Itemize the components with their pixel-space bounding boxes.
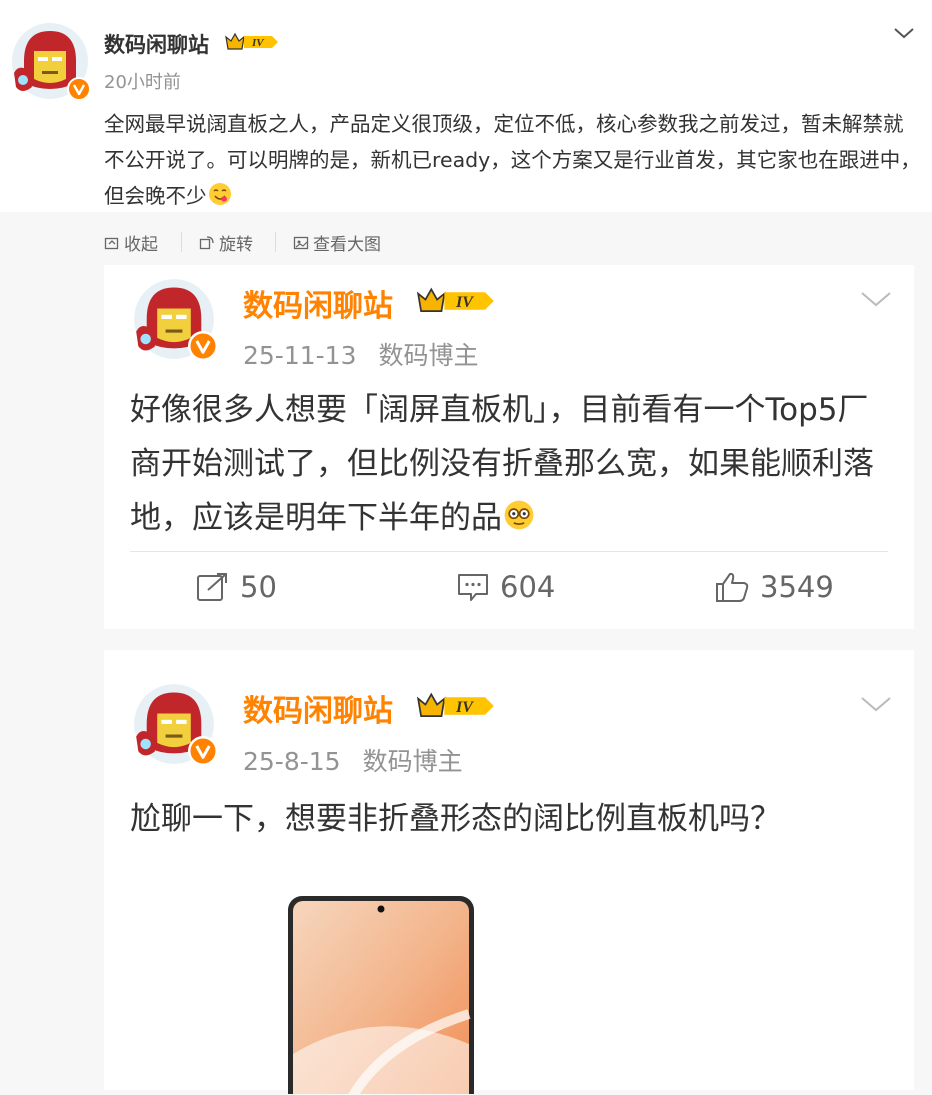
author-role: 数码博主	[362, 747, 463, 776]
savoring-emoji-icon	[208, 183, 231, 205]
author-name[interactable]: 数码闲聊站	[104, 29, 209, 59]
crown-badge-icon[interactable]: IV	[412, 690, 500, 722]
toolbar-divider	[181, 232, 182, 252]
view-large-icon	[293, 236, 309, 249]
post-date[interactable]: 25-11-13	[243, 341, 356, 370]
view-large-button[interactable]: 查看大图	[293, 230, 381, 255]
collapse-button[interactable]: 收起	[104, 230, 158, 255]
post-meta: 25-8-15 数码博主	[243, 742, 463, 778]
retweet-card[interactable]: 数码闲聊站 IV 25-8-15 数码博主 尬聊一下，想要非折叠形态的阔比例直板机…	[104, 650, 914, 1094]
verified-icon	[188, 331, 218, 361]
card-divider	[130, 551, 888, 552]
like-icon	[716, 572, 749, 602]
author-role: 数码博主	[378, 341, 479, 370]
post-time[interactable]: 20小时前	[104, 68, 181, 94]
comment-button[interactable]: 604	[456, 570, 555, 604]
post-date[interactable]: 25-8-15	[243, 747, 341, 776]
chevron-down-icon[interactable]	[860, 289, 892, 309]
author-name[interactable]: 数码闲聊站	[243, 686, 393, 730]
comment-icon	[458, 574, 488, 601]
repost-icon	[197, 573, 227, 601]
badge-level: IV	[455, 294, 474, 311]
badge-level: IV	[251, 37, 265, 49]
badge-level: IV	[455, 699, 474, 716]
crown-badge-icon[interactable]: IV	[412, 285, 500, 317]
collapse-icon	[104, 237, 119, 249]
top-post: 数码闲聊站 IV 20小时前 全网最早说阔直板之人，产品定义很顶级，定位不低，核…	[0, 0, 932, 212]
nerd-emoji-icon	[504, 500, 534, 530]
post-text: 尬聊一下，想要非折叠形态的阔比例直板机吗？	[130, 801, 781, 837]
post-text: 全网最早说阔直板之人，产品定义很顶级，定位不低，核心参数我之前发过，暂未解禁就不…	[104, 112, 921, 208]
phone-image[interactable]	[285, 894, 475, 1094]
author-name[interactable]: 数码闲聊站	[243, 281, 393, 325]
crown-badge-icon[interactable]: IV	[224, 31, 280, 53]
repost-button[interactable]: 50	[196, 570, 277, 604]
image-toolbar: 收起 旋转 查看大图	[0, 212, 932, 265]
rotate-icon	[199, 235, 214, 249]
like-button[interactable]: 3549	[714, 570, 834, 604]
retweet-card[interactable]: 数码闲聊站 IV 25-11-13 数码博主 好像很多人想要「阔屏直板机」，目前看…	[104, 265, 914, 629]
post-meta: 25-11-13 数码博主	[243, 336, 479, 372]
post-text: 好像很多人想要「阔屏直板机」，目前看有一个Top5厂商开始测试了，但比例没有折叠…	[130, 392, 874, 536]
verified-icon	[67, 77, 91, 101]
toolbar-divider	[275, 232, 276, 252]
chevron-down-icon[interactable]	[860, 694, 892, 714]
chevron-down-icon[interactable]	[893, 25, 915, 41]
verified-icon	[188, 736, 218, 766]
rotate-button[interactable]: 旋转	[199, 230, 253, 255]
